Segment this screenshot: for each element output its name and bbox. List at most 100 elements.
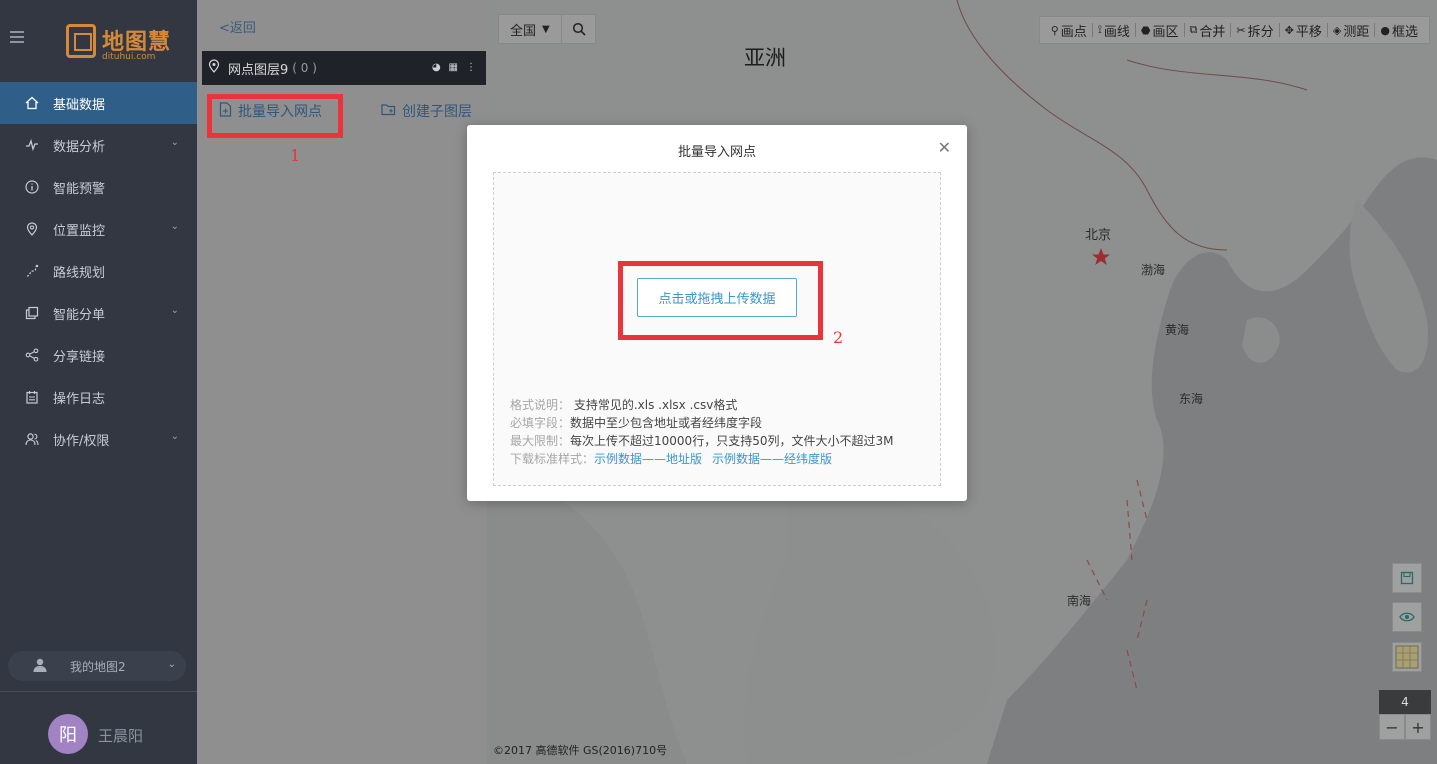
pin-icon: ⚲ (1050, 23, 1059, 37)
location-pin-icon (208, 59, 220, 77)
layer-count: ( 0 ) (292, 61, 317, 75)
sidebar-item-route-planning[interactable]: 路线规划 (0, 250, 197, 292)
avatar[interactable]: 阳 (48, 714, 88, 754)
sidebar-item-label: 操作日志 (53, 391, 106, 407)
sidebar-item-label: 智能预警 (53, 181, 106, 197)
download-sample-address-link[interactable]: 示例数据——地址版 (594, 452, 702, 466)
dialog-title: 批量导入网点 (677, 145, 756, 160)
sidebar-divider (0, 691, 197, 692)
map-copyright: ©2017 高德软件 GS(2016)710号 (493, 744, 668, 757)
upload-notes: 格式说明： 支持常见的.xls .xlsx .csv格式 必填字段：数据中至少包… (510, 396, 893, 468)
chevron-down-icon: ⌄ (170, 305, 179, 316)
save-map-button[interactable] (1392, 563, 1422, 593)
calendar-icon (24, 389, 40, 405)
layer-tools: ◕ ▦ ⋮ (432, 62, 476, 73)
tool-split[interactable]: ✂ 拆分 (1231, 23, 1280, 40)
map-label-yellow-sea: 黄海 (1165, 323, 1190, 337)
brand-area: 地图慧 dituhui.com (0, 0, 197, 82)
annotation-number-1: 1 (290, 146, 301, 165)
tool-measure[interactable]: ◈ 测距 (1328, 23, 1376, 40)
ruler-icon: ◈ (1332, 23, 1342, 37)
sidebar-item-operation-log[interactable]: 操作日志 (0, 376, 197, 418)
note-required: 必填字段：数据中至少包含地址或者经纬度字段 (510, 416, 763, 430)
zoom-level-indicator: 4 (1379, 690, 1431, 714)
split-icon: ✂ (1236, 23, 1246, 37)
copy-icon (24, 305, 40, 321)
tool-draw-point[interactable]: ⚲ 画点 (1046, 23, 1093, 40)
merge-icon: ⧉ (1189, 23, 1198, 36)
hamburger-menu-icon[interactable] (10, 31, 24, 43)
download-sample-latlng-link[interactable]: 示例数据——经纬度版 (712, 452, 832, 466)
sidebar-item-share-link[interactable]: 分享链接 (0, 334, 197, 376)
polyline-icon: ⟟ (1097, 23, 1102, 36)
move-icon: ✥ (1284, 23, 1294, 37)
tool-label: 画线 (1103, 24, 1130, 40)
palette-icon[interactable]: ◕ (432, 62, 441, 73)
chevron-down-icon: ⌄ (170, 137, 179, 148)
tool-draw-line[interactable]: ⟟ 画线 (1093, 23, 1136, 40)
sidebar-item-smart-dispatch[interactable]: 智能分单 ⌄ (0, 292, 197, 334)
map-toolbar: ⚲ 画点 ⟟ 画线 ⬣ 画区 ⧉ 合并 ✂ 拆分 ✥ 平移 ◈ 测距 ● 框选 (1038, 16, 1430, 44)
polygon-icon: ⬣ (1140, 23, 1151, 37)
map-label-bohai: 渤海 (1141, 263, 1166, 277)
users-icon (24, 431, 40, 447)
route-icon (24, 263, 40, 279)
sidebar-item-label: 基础数据 (53, 97, 106, 113)
tool-label: 测距 (1343, 24, 1370, 40)
map-label-beijing: 北京 (1085, 228, 1112, 243)
tool-label: 合并 (1199, 24, 1226, 40)
more-vertical-icon[interactable]: ⋮ (466, 62, 476, 73)
visibility-button[interactable] (1392, 602, 1422, 632)
tool-pan[interactable]: ✥ 平移 (1280, 23, 1328, 40)
tool-label: 拆分 (1247, 24, 1274, 40)
back-link[interactable]: <返回 (219, 17, 256, 36)
sidebar-item-collaboration[interactable]: 协作/权限 ⌄ (0, 418, 197, 460)
table-icon[interactable]: ▦ (449, 62, 458, 73)
tool-merge[interactable]: ⧉ 合并 (1185, 23, 1232, 40)
sidebar-item-label: 位置监控 (53, 223, 106, 239)
lasso-icon: ● (1380, 23, 1390, 37)
sidebar-item-data-analysis[interactable]: 数据分析 ⌄ (0, 124, 197, 166)
zoom-out-button[interactable]: − (1379, 714, 1405, 740)
zoom-in-button[interactable]: + (1405, 714, 1431, 740)
sidebar-item-label: 协作/权限 (53, 433, 110, 449)
sidebar-item-label: 分享链接 (53, 349, 106, 365)
map-label-south-sea: 南海 (1067, 594, 1092, 608)
eye-icon (1399, 612, 1415, 622)
note-download: 下载标准样式：示例数据——地址版 示例数据——经纬度版 (510, 452, 833, 466)
layer-header[interactable]: 网点图层9 ( 0 ) ◕ ▦ ⋮ (202, 51, 486, 85)
my-maps-selector[interactable]: 我的地图2 ⌄ (8, 651, 186, 681)
sidebar-item-basic-data[interactable]: 基础数据 (0, 82, 197, 124)
user-pin-icon (32, 657, 48, 676)
share-icon (24, 347, 40, 363)
create-sublayer-link[interactable]: 创建子图层 (381, 101, 472, 121)
search-button[interactable] (561, 15, 595, 43)
sidebar-item-location-monitor[interactable]: 位置监控 ⌄ (0, 208, 197, 250)
basemap-switch-button[interactable] (1392, 642, 1422, 672)
map-label-asia: 亚洲 (744, 46, 786, 70)
my-maps-label: 我的地图2 (70, 659, 126, 674)
tool-label: 画区 (1152, 24, 1179, 40)
tool-box-select[interactable]: ● 框选 (1375, 23, 1423, 40)
logo-icon (66, 24, 96, 58)
close-icon[interactable]: ✕ (938, 138, 951, 157)
layer-panel: <返回 网点图层9 ( 0 ) ◕ ▦ ⋮ 批量导入网点 创建子图层 1 (197, 0, 487, 764)
tool-draw-area[interactable]: ⬣ 画区 (1136, 23, 1185, 40)
sidebar-item-label: 数据分析 (53, 139, 106, 155)
user-name[interactable]: 王晨阳 (98, 725, 143, 746)
note-format: 格式说明： 支持常见的.xls .xlsx .csv格式 (510, 398, 738, 412)
info-icon (24, 179, 40, 195)
region-select[interactable]: 全国 ▼ (498, 14, 596, 44)
sidebar-item-label: 路线规划 (53, 265, 106, 281)
highlight-box-2 (618, 261, 823, 340)
folder-add-icon (381, 103, 396, 120)
chart-line-icon (24, 137, 40, 153)
home-icon (24, 95, 40, 111)
sidebar-item-smart-alert[interactable]: 智能预警 (0, 166, 197, 208)
logo-subtext: dituhui.com (102, 52, 156, 62)
region-value: 全国 (510, 23, 537, 39)
note-limit: 最大限制：每次上传不超过10000行，只支持50列，文件大小不超过3M (510, 434, 894, 448)
caret-down-icon: ▼ (542, 23, 550, 35)
location-pin-icon (24, 221, 40, 237)
search-icon (572, 22, 586, 36)
